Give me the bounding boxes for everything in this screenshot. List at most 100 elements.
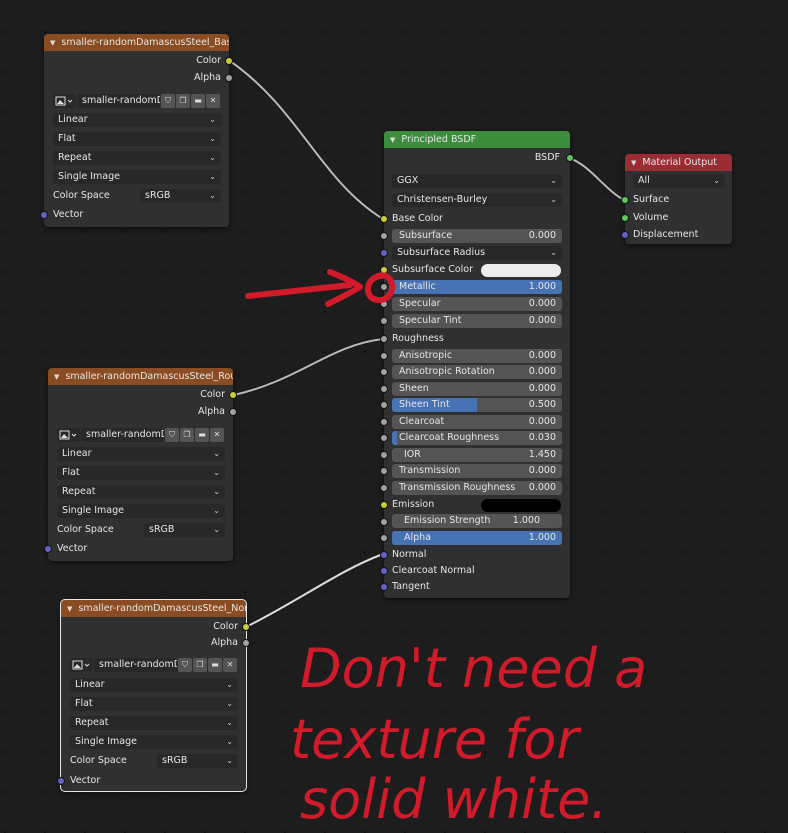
- close-icon[interactable]: ✕: [210, 428, 224, 442]
- output-color-socket[interactable]: [225, 57, 233, 65]
- anisotropic-field[interactable]: Anisotropic 0.000: [392, 349, 562, 363]
- duplicate-image-icon[interactable]: ❐: [176, 94, 190, 108]
- extension-dropdown[interactable]: Repeat ⌄: [70, 716, 238, 730]
- collapse-triangle-icon[interactable]: ▼: [631, 159, 636, 167]
- source-dropdown[interactable]: Single Image ⌄: [70, 735, 238, 749]
- open-folder-icon[interactable]: ▬: [208, 658, 222, 672]
- material-output-node[interactable]: ▼ Material Output All ⌄ Surface Volume Di…: [621, 154, 732, 244]
- open-folder-icon[interactable]: ▬: [191, 94, 205, 108]
- volume-socket[interactable]: [621, 214, 629, 222]
- interpolation-dropdown[interactable]: Linear ⌄: [57, 447, 225, 461]
- specular-tint-field[interactable]: Specular Tint 0.000: [392, 314, 562, 328]
- projection-dropdown[interactable]: Flat ⌄: [53, 132, 221, 146]
- ior-socket[interactable]: [380, 451, 388, 459]
- duplicate-image-icon[interactable]: ❐: [180, 428, 194, 442]
- image-type-icon[interactable]: [57, 428, 80, 442]
- anisotropic-rotation-field[interactable]: Anisotropic Rotation 0.000: [392, 365, 562, 379]
- distribution-dropdown[interactable]: GGX ⌄: [392, 174, 562, 188]
- output-bsdf-socket[interactable]: [566, 154, 574, 162]
- anisotropic-rotation-socket[interactable]: [380, 368, 388, 376]
- image-name-field[interactable]: smaller-randomD...: [94, 658, 177, 672]
- specular-field[interactable]: Specular 0.000: [392, 297, 562, 311]
- metallic-field[interactable]: Metallic 1.000: [392, 280, 562, 294]
- collapse-triangle-icon[interactable]: ▼: [54, 373, 59, 381]
- node-header[interactable]: ▼ smaller-randomDamascusSteel_Normal...: [61, 600, 246, 617]
- clearcoat-socket[interactable]: [380, 418, 388, 426]
- surface-socket[interactable]: [621, 196, 629, 204]
- sheen-socket[interactable]: [380, 385, 388, 393]
- image-name-field[interactable]: smaller-randomD...: [77, 94, 160, 108]
- color-space-dropdown[interactable]: sRGB ⌄: [140, 189, 221, 203]
- output-color-socket[interactable]: [242, 623, 250, 631]
- transmission-roughness-socket[interactable]: [380, 484, 388, 492]
- target-dropdown[interactable]: All ⌄: [633, 174, 725, 188]
- interpolation-dropdown[interactable]: Linear ⌄: [53, 113, 221, 127]
- subsurface-socket[interactable]: [380, 232, 388, 240]
- displacement-socket[interactable]: [621, 231, 629, 239]
- color-space-dropdown[interactable]: sRGB ⌄: [144, 523, 225, 537]
- color-space-dropdown[interactable]: sRGB ⌄: [157, 754, 238, 768]
- emission-strength-field[interactable]: Emission Strength 1.000: [392, 514, 562, 528]
- image-texture-node-roughness[interactable]: ▼ smaller-randomDamascusSteel_Rough... C…: [44, 368, 237, 561]
- subsurface-method-dropdown[interactable]: Christensen-Burley ⌄: [392, 193, 562, 207]
- clearcoat-field[interactable]: Clearcoat 0.000: [392, 415, 562, 429]
- sheen-tint-field[interactable]: Sheen Tint 0.500: [392, 398, 562, 412]
- fake-user-shield-icon[interactable]: ⛉: [161, 94, 175, 108]
- open-folder-icon[interactable]: ▬: [195, 428, 209, 442]
- subsurface-field[interactable]: Subsurface 0.000: [392, 229, 562, 243]
- output-color-socket[interactable]: [229, 391, 237, 399]
- clearcoat-roughness-socket[interactable]: [380, 434, 388, 442]
- base-color-socket[interactable]: [380, 215, 388, 223]
- node-header[interactable]: ▼ smaller-randomDamascusSteel_BaseCol: [44, 34, 229, 51]
- subsurface-color-socket[interactable]: [380, 266, 388, 274]
- projection-dropdown[interactable]: Flat ⌄: [57, 466, 225, 480]
- image-texture-node-normal[interactable]: ▼ smaller-randomDamascusSteel_Normal... …: [57, 599, 250, 792]
- emission-strength-socket[interactable]: [380, 518, 388, 526]
- collapse-triangle-icon[interactable]: ▼: [67, 605, 72, 613]
- collapse-triangle-icon[interactable]: ▼: [390, 136, 395, 144]
- alpha-socket[interactable]: [380, 534, 388, 542]
- image-texture-node-basecolor[interactable]: ▼ smaller-randomDamascusSteel_BaseCol Co…: [40, 34, 233, 227]
- transmission-field[interactable]: Transmission 0.000: [392, 464, 562, 478]
- fake-user-shield-icon[interactable]: ⛉: [165, 428, 179, 442]
- subsurface-color-swatch[interactable]: [481, 264, 561, 277]
- close-icon[interactable]: ✕: [206, 94, 220, 108]
- emission-socket[interactable]: [380, 501, 388, 509]
- metallic-socket[interactable]: [380, 283, 388, 291]
- node-header[interactable]: ▼ smaller-randomDamascusSteel_Rough...: [48, 368, 233, 385]
- image-name-field[interactable]: smaller-randomD...: [81, 428, 164, 442]
- node-header[interactable]: ▼ Material Output: [625, 154, 732, 171]
- source-dropdown[interactable]: Single Image ⌄: [53, 170, 221, 184]
- anisotropic-socket[interactable]: [380, 352, 388, 360]
- subsurface-radius-dropdown[interactable]: Subsurface Radius ⌄: [392, 246, 562, 260]
- sheen-field[interactable]: Sheen 0.000: [392, 382, 562, 396]
- input-vector-socket[interactable]: [40, 211, 48, 219]
- node-header[interactable]: ▼ Principled BSDF: [384, 131, 570, 148]
- transmission-socket[interactable]: [380, 467, 388, 475]
- image-type-icon[interactable]: [70, 658, 93, 672]
- extension-dropdown[interactable]: Repeat ⌄: [57, 485, 225, 499]
- interpolation-dropdown[interactable]: Linear ⌄: [70, 678, 238, 692]
- specular-tint-socket[interactable]: [380, 317, 388, 325]
- sheen-tint-socket[interactable]: [380, 401, 388, 409]
- close-icon[interactable]: ✕: [223, 658, 237, 672]
- subsurface-radius-socket[interactable]: [380, 249, 388, 257]
- input-vector-socket[interactable]: [44, 545, 52, 553]
- output-alpha-socket[interactable]: [225, 74, 233, 82]
- specular-socket[interactable]: [380, 300, 388, 308]
- clearcoat-normal-socket[interactable]: [380, 567, 388, 575]
- clearcoat-roughness-field[interactable]: Clearcoat Roughness 0.030: [392, 431, 562, 445]
- alpha-field[interactable]: Alpha 1.000: [392, 531, 562, 545]
- tangent-socket[interactable]: [380, 583, 388, 591]
- transmission-roughness-field[interactable]: Transmission Roughness 0.000: [392, 481, 562, 495]
- output-alpha-socket[interactable]: [242, 639, 250, 647]
- principled-bsdf-node[interactable]: ▼ Principled BSDF BSDF GGX ⌄ Christensen-…: [380, 131, 574, 598]
- normal-socket[interactable]: [380, 551, 388, 559]
- projection-dropdown[interactable]: Flat ⌄: [70, 697, 238, 711]
- output-alpha-socket[interactable]: [229, 408, 237, 416]
- input-vector-socket[interactable]: [57, 777, 65, 785]
- fake-user-shield-icon[interactable]: ⛉: [178, 658, 192, 672]
- ior-field[interactable]: IOR 1.450: [392, 448, 562, 462]
- roughness-socket[interactable]: [380, 335, 388, 343]
- emission-color-swatch[interactable]: [481, 499, 561, 512]
